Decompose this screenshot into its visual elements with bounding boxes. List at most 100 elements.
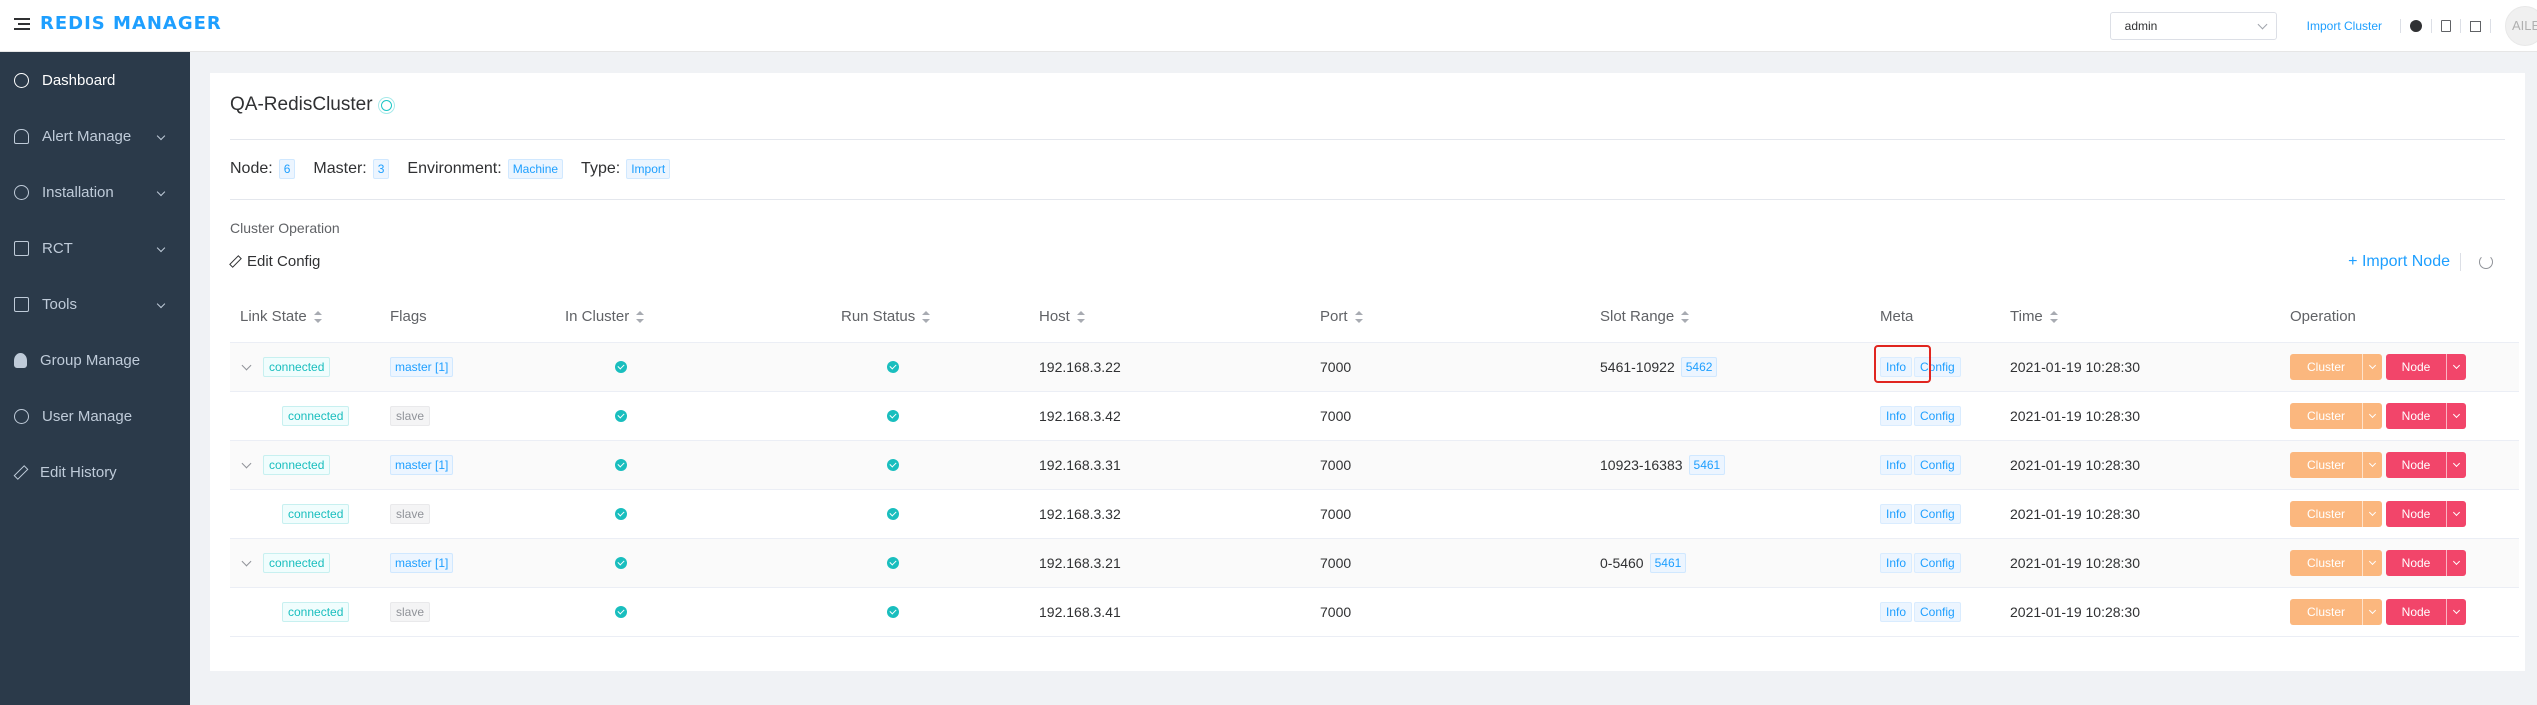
config-button[interactable]: Config — [1914, 406, 1961, 426]
check-circle-icon — [887, 557, 899, 569]
cluster-dropdown-button[interactable]: Cluster — [2290, 403, 2383, 429]
config-button[interactable]: Config — [1914, 455, 1961, 475]
sidebar-item-edit-history[interactable]: Edit History — [0, 444, 190, 500]
chevron-down-icon[interactable] — [2362, 354, 2383, 380]
cluster-button-label: Cluster — [2290, 599, 2363, 625]
chevron-down-icon[interactable] — [2362, 501, 2383, 527]
cluster-dropdown-button[interactable]: Cluster — [2290, 550, 2383, 576]
sidebar-item-rct[interactable]: RCT — [0, 220, 190, 276]
avatar[interactable]: AILEI — [2505, 6, 2537, 46]
sidebar-item-label: Dashboard — [42, 71, 116, 89]
chevron-down-icon[interactable] — [2445, 354, 2466, 380]
link-state-badge: connected — [263, 455, 331, 475]
chevron-down-icon[interactable] — [2445, 403, 2466, 429]
info-button[interactable]: Info — [1880, 602, 1913, 622]
sidebar-item-alert-manage[interactable]: Alert Manage — [0, 108, 190, 164]
table-cell — [565, 361, 841, 373]
menu-toggle-icon[interactable] — [14, 16, 32, 32]
node-button-label: Node — [2386, 354, 2446, 380]
col-run-status[interactable]: Run Status — [841, 308, 1039, 325]
table-cell — [565, 508, 841, 520]
node-dropdown-button[interactable]: Node — [2386, 599, 2466, 625]
chevron-down-icon[interactable] — [2362, 403, 2383, 429]
sort-icon[interactable] — [1354, 310, 1363, 323]
expand-icon[interactable] — [241, 458, 252, 468]
col-slot-range[interactable]: Slot Range — [1600, 308, 1880, 325]
cluster-dropdown-button[interactable]: Cluster — [2290, 452, 2383, 478]
cluster-dropdown-button[interactable]: Cluster — [2290, 599, 2383, 625]
config-button[interactable]: Config — [1914, 504, 1961, 524]
table-cell: master [1] — [390, 357, 565, 377]
slot-count-badge: 5461 — [1688, 455, 1726, 475]
refresh-icon[interactable] — [2479, 255, 2493, 269]
cluster-dropdown-button[interactable]: Cluster — [2290, 501, 2383, 527]
config-button[interactable]: Config — [1914, 553, 1961, 573]
edit-icon[interactable] — [2470, 20, 2481, 32]
page-title: QA-RedisCluster — [230, 94, 392, 116]
sort-icon[interactable] — [636, 310, 645, 323]
table-cell: 2021-01-19 10:28:30 — [2010, 604, 2290, 620]
info-button[interactable]: Info — [1880, 504, 1913, 524]
sort-icon[interactable] — [2049, 310, 2058, 323]
sidebar-item-label: Group Manage — [40, 351, 141, 369]
document-icon[interactable] — [2441, 20, 2451, 32]
chevron-down-icon[interactable] — [2445, 452, 2466, 478]
table-cell — [841, 459, 1039, 471]
chevron-down-icon[interactable] — [2362, 452, 2383, 478]
user-select[interactable]: admin — [2109, 12, 2277, 40]
sidebar-item-user-manage[interactable]: User Manage — [0, 388, 190, 444]
table-cell — [841, 508, 1039, 520]
divider — [2400, 19, 2401, 33]
col-slot-range-label: Slot Range — [1600, 308, 1675, 325]
col-time[interactable]: Time — [2010, 308, 2290, 325]
info-button[interactable]: Info — [1874, 345, 1931, 383]
check-circle-icon — [615, 557, 627, 569]
config-button[interactable]: Config — [1914, 602, 1961, 622]
chevron-down-icon[interactable] — [2445, 599, 2466, 625]
import-cluster-link[interactable]: Import Cluster — [2307, 19, 2382, 33]
info-button[interactable]: Info — [1880, 406, 1913, 426]
github-icon[interactable] — [2410, 20, 2422, 32]
import-node-area: + Import Node — [2348, 253, 2493, 271]
import-node-button[interactable]: + Import Node — [2348, 253, 2450, 271]
table-cell: 192.168.3.41 — [1039, 604, 1320, 620]
check-circle-icon — [615, 410, 627, 422]
sort-icon[interactable] — [1681, 310, 1690, 323]
sidebar-item-tools[interactable]: Tools — [0, 276, 190, 332]
table-row: connected master [1] 192.168.3.31 7000 10923… — [230, 441, 2519, 490]
table-cell — [565, 410, 841, 422]
sort-icon[interactable] — [313, 310, 322, 323]
info-button[interactable]: Info — [1880, 553, 1913, 573]
sidebar-item-group-manage[interactable]: Group Manage — [0, 332, 190, 388]
brand: REDIS MANAGER — [14, 13, 222, 34]
node-dropdown-button[interactable]: Node — [2386, 550, 2466, 576]
chevron-down-icon[interactable] — [2362, 550, 2383, 576]
node-dropdown-button[interactable]: Node — [2386, 452, 2466, 478]
table-cell: 7000 — [1320, 506, 1600, 522]
table-cell: 2021-01-19 10:28:30 — [2010, 555, 2290, 571]
sidebar-item-dashboard[interactable]: Dashboard — [0, 52, 190, 108]
col-link-state[interactable]: Link State — [230, 308, 390, 325]
port-value: 7000 — [1320, 506, 1352, 522]
col-port[interactable]: Port — [1320, 308, 1600, 325]
cluster-dropdown-button[interactable]: Cluster — [2290, 354, 2383, 380]
info-button[interactable]: Info — [1880, 455, 1913, 475]
col-host[interactable]: Host — [1039, 308, 1320, 325]
sort-icon[interactable] — [1076, 310, 1085, 323]
chevron-down-icon[interactable] — [2445, 550, 2466, 576]
col-in-cluster[interactable]: In Cluster — [565, 308, 841, 325]
check-circle-icon — [887, 508, 899, 520]
sort-icon[interactable] — [922, 310, 931, 323]
sidebar-item-installation[interactable]: Installation — [0, 164, 190, 220]
chevron-down-icon[interactable] — [2445, 501, 2466, 527]
node-dropdown-button[interactable]: Node — [2386, 501, 2466, 527]
time-value: 2021-01-19 10:28:30 — [2010, 604, 2140, 620]
expand-icon[interactable] — [241, 556, 252, 566]
node-dropdown-button[interactable]: Node — [2386, 403, 2466, 429]
edit-config-button[interactable]: Edit Config — [229, 253, 320, 270]
node-dropdown-button[interactable]: Node — [2386, 354, 2466, 380]
chevron-down-icon[interactable] — [2362, 599, 2383, 625]
table-cell: 192.168.3.42 — [1039, 408, 1320, 424]
expand-icon[interactable] — [241, 360, 252, 370]
time-value: 2021-01-19 10:28:30 — [2010, 457, 2140, 473]
